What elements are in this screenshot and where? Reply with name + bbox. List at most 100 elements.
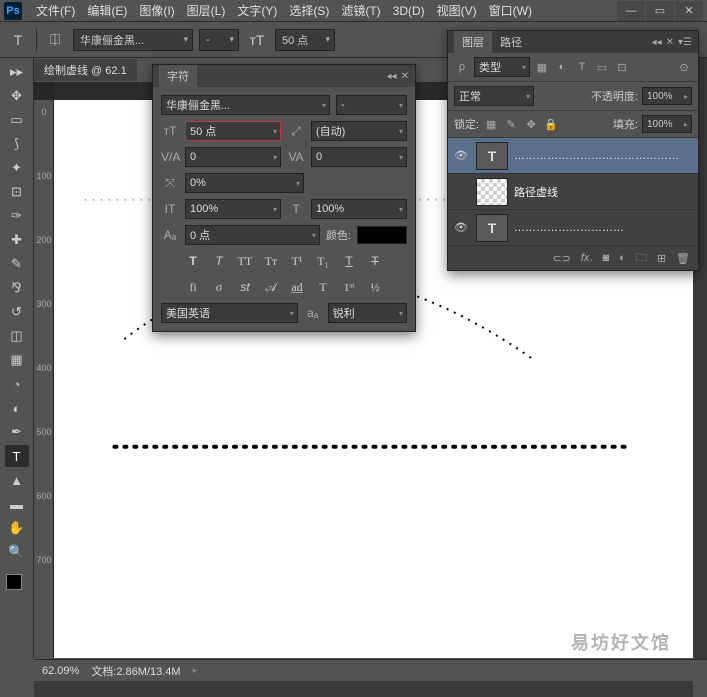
filter-type-select[interactable]: 类型 (474, 57, 530, 77)
layer-name[interactable]: ……………………………………… (514, 150, 679, 162)
menu-3d[interactable]: 3D(D) (387, 2, 431, 20)
font-family-select[interactable]: 华康俪金黑... (73, 29, 193, 51)
underline-button[interactable]: T (338, 251, 360, 271)
filter-adj-icon[interactable]: ◐ (554, 59, 570, 75)
menu-file[interactable]: 文件(F) (30, 0, 81, 21)
close-button[interactable]: ✕ (675, 1, 703, 21)
foreground-color-swatch[interactable] (6, 574, 22, 590)
font-style-field[interactable]: - (336, 95, 407, 115)
ligature-button[interactable]: fi (182, 277, 204, 297)
gradient-tool[interactable]: ▦ (5, 349, 29, 371)
brush-tool[interactable]: ✎ (5, 253, 29, 275)
crop-tool[interactable]: ⊡ (5, 181, 29, 203)
oldstyle-button[interactable]: σ (208, 277, 230, 297)
language-select[interactable]: 美国英语 (161, 303, 298, 323)
bold-button[interactable]: T (182, 251, 204, 271)
history-brush-tool[interactable]: ↺ (5, 301, 29, 323)
group-icon[interactable]: 🗀 (636, 249, 647, 268)
stylistic-button[interactable]: st (234, 277, 256, 297)
layer-item[interactable]: 👁 T ……………………………………… (448, 138, 698, 174)
filter-shape-icon[interactable]: ▭ (594, 59, 610, 75)
layer-mask-icon[interactable]: ◙ (603, 252, 610, 264)
font-size-select[interactable]: 50 点 (275, 29, 335, 51)
menu-select[interactable]: 选择(S) (283, 0, 335, 21)
layer-fx-icon[interactable]: fx. (581, 252, 593, 264)
type-tool[interactable]: T (5, 445, 29, 467)
opacity-field[interactable]: 100% (642, 87, 692, 105)
baseline-shift-field[interactable]: 0 点 (185, 225, 320, 245)
menu-icon[interactable]: ▾☰ (678, 37, 692, 48)
collapse-icon[interactable]: ◂◂ (652, 37, 662, 48)
new-layer-icon[interactable]: ⊞ (657, 252, 666, 265)
subscript-button[interactable]: T₁ (312, 251, 334, 271)
close-icon[interactable]: ✕ (401, 71, 409, 82)
fraction-button[interactable]: 1ˢᵗ (338, 277, 360, 297)
antialias-select[interactable]: 锐利 (328, 303, 407, 323)
vscale-field[interactable]: 100% (185, 199, 281, 219)
menu-view[interactable]: 视图(V) (431, 0, 483, 21)
baseline-pct-field[interactable]: 0% (185, 173, 304, 193)
titling-button[interactable]: a̲d̲ (286, 277, 308, 297)
dodge-tool[interactable]: ◐ (5, 397, 29, 419)
collapse-icon[interactable]: ◂◂ (387, 71, 397, 82)
close-icon[interactable]: ✕ (666, 37, 674, 48)
filter-type-icon[interactable]: T (574, 59, 590, 75)
text-orientation-icon[interactable]: ⎅ (43, 28, 67, 52)
menu-layer[interactable]: 图层(L) (181, 0, 232, 21)
clone-tool[interactable]: ⅋ (5, 277, 29, 299)
tab-layers[interactable]: 图层 (454, 31, 492, 53)
italic-button[interactable]: T (208, 251, 230, 271)
font-family-field[interactable]: 华康俪金黑... (161, 95, 330, 115)
maximize-button[interactable]: ▭ (646, 1, 674, 21)
filter-pixel-icon[interactable]: ▦ (534, 59, 550, 75)
menu-window[interactable]: 窗口(W) (483, 0, 538, 21)
horizontal-scrollbar[interactable] (34, 681, 693, 697)
visibility-toggle[interactable]: 👁 (452, 149, 470, 162)
magic-wand-tool[interactable]: ✦ (5, 157, 29, 179)
ordinal-button[interactable]: T (312, 277, 334, 297)
layer-item[interactable]: 路径虚线 (448, 174, 698, 210)
layer-name[interactable]: ………………………… (514, 222, 624, 234)
blur-tool[interactable]: ◔ (5, 373, 29, 395)
tab-character[interactable]: 字符 (159, 65, 197, 87)
lock-all-icon[interactable]: 🔒 (543, 116, 559, 132)
font-size-field[interactable]: 50 点 (185, 121, 281, 141)
marquee-tool[interactable]: ▭ (5, 109, 29, 131)
link-layers-icon[interactable]: ⊂⊃ (552, 252, 570, 265)
menu-image[interactable]: 图像(I) (133, 0, 180, 21)
filter-toggle[interactable]: ⊙ (676, 59, 692, 75)
layer-item[interactable]: 👁 T ………………………… (448, 210, 698, 246)
pen-tool[interactable]: ✒ (5, 421, 29, 443)
healing-tool[interactable]: ✚ (5, 229, 29, 251)
swash-button[interactable]: 𝒜 (260, 277, 282, 297)
zoom-tool[interactable]: 🔍 (5, 541, 29, 563)
smallcaps-button[interactable]: Tᴛ (260, 251, 282, 271)
blend-mode-select[interactable]: 正常 (454, 86, 534, 106)
menu-edit[interactable]: 编辑(E) (81, 0, 133, 21)
adjustment-icon[interactable]: ◐ (619, 252, 626, 264)
minimize-button[interactable]: — (617, 1, 645, 21)
delete-layer-icon[interactable]: 🗑 (676, 252, 690, 265)
lock-paint-icon[interactable]: ✎ (503, 116, 519, 132)
collapse-icon[interactable]: ▸▸ (5, 61, 29, 83)
tracking-field[interactable]: 0 (311, 147, 407, 167)
superscript-button[interactable]: T¹ (286, 251, 308, 271)
path-select-tool[interactable]: ▲ (5, 469, 29, 491)
move-tool[interactable]: ✥ (5, 85, 29, 107)
lock-move-icon[interactable]: ✥ (523, 116, 539, 132)
allcaps-button[interactable]: TT (234, 251, 256, 271)
lasso-tool[interactable]: ⟆ (5, 133, 29, 155)
filter-smart-icon[interactable]: ⊡ (614, 59, 630, 75)
hscale-field[interactable]: 100% (311, 199, 407, 219)
layer-name[interactable]: 路径虚线 (514, 184, 558, 200)
tab-paths[interactable]: 路径 (492, 31, 530, 53)
menu-filter[interactable]: 滤镜(T) (335, 0, 386, 21)
fill-field[interactable]: 100% (642, 115, 692, 133)
eraser-tool[interactable]: ◫ (5, 325, 29, 347)
menu-type[interactable]: 文字(Y) (231, 0, 283, 21)
font-style-select[interactable]: - (199, 29, 239, 51)
leading-field[interactable]: (自动) (311, 121, 407, 141)
shape-tool[interactable]: ▬ (5, 493, 29, 515)
document-tab[interactable]: 绘制虚线 @ 62.1 (34, 59, 137, 81)
strikethrough-button[interactable]: T (364, 251, 386, 271)
